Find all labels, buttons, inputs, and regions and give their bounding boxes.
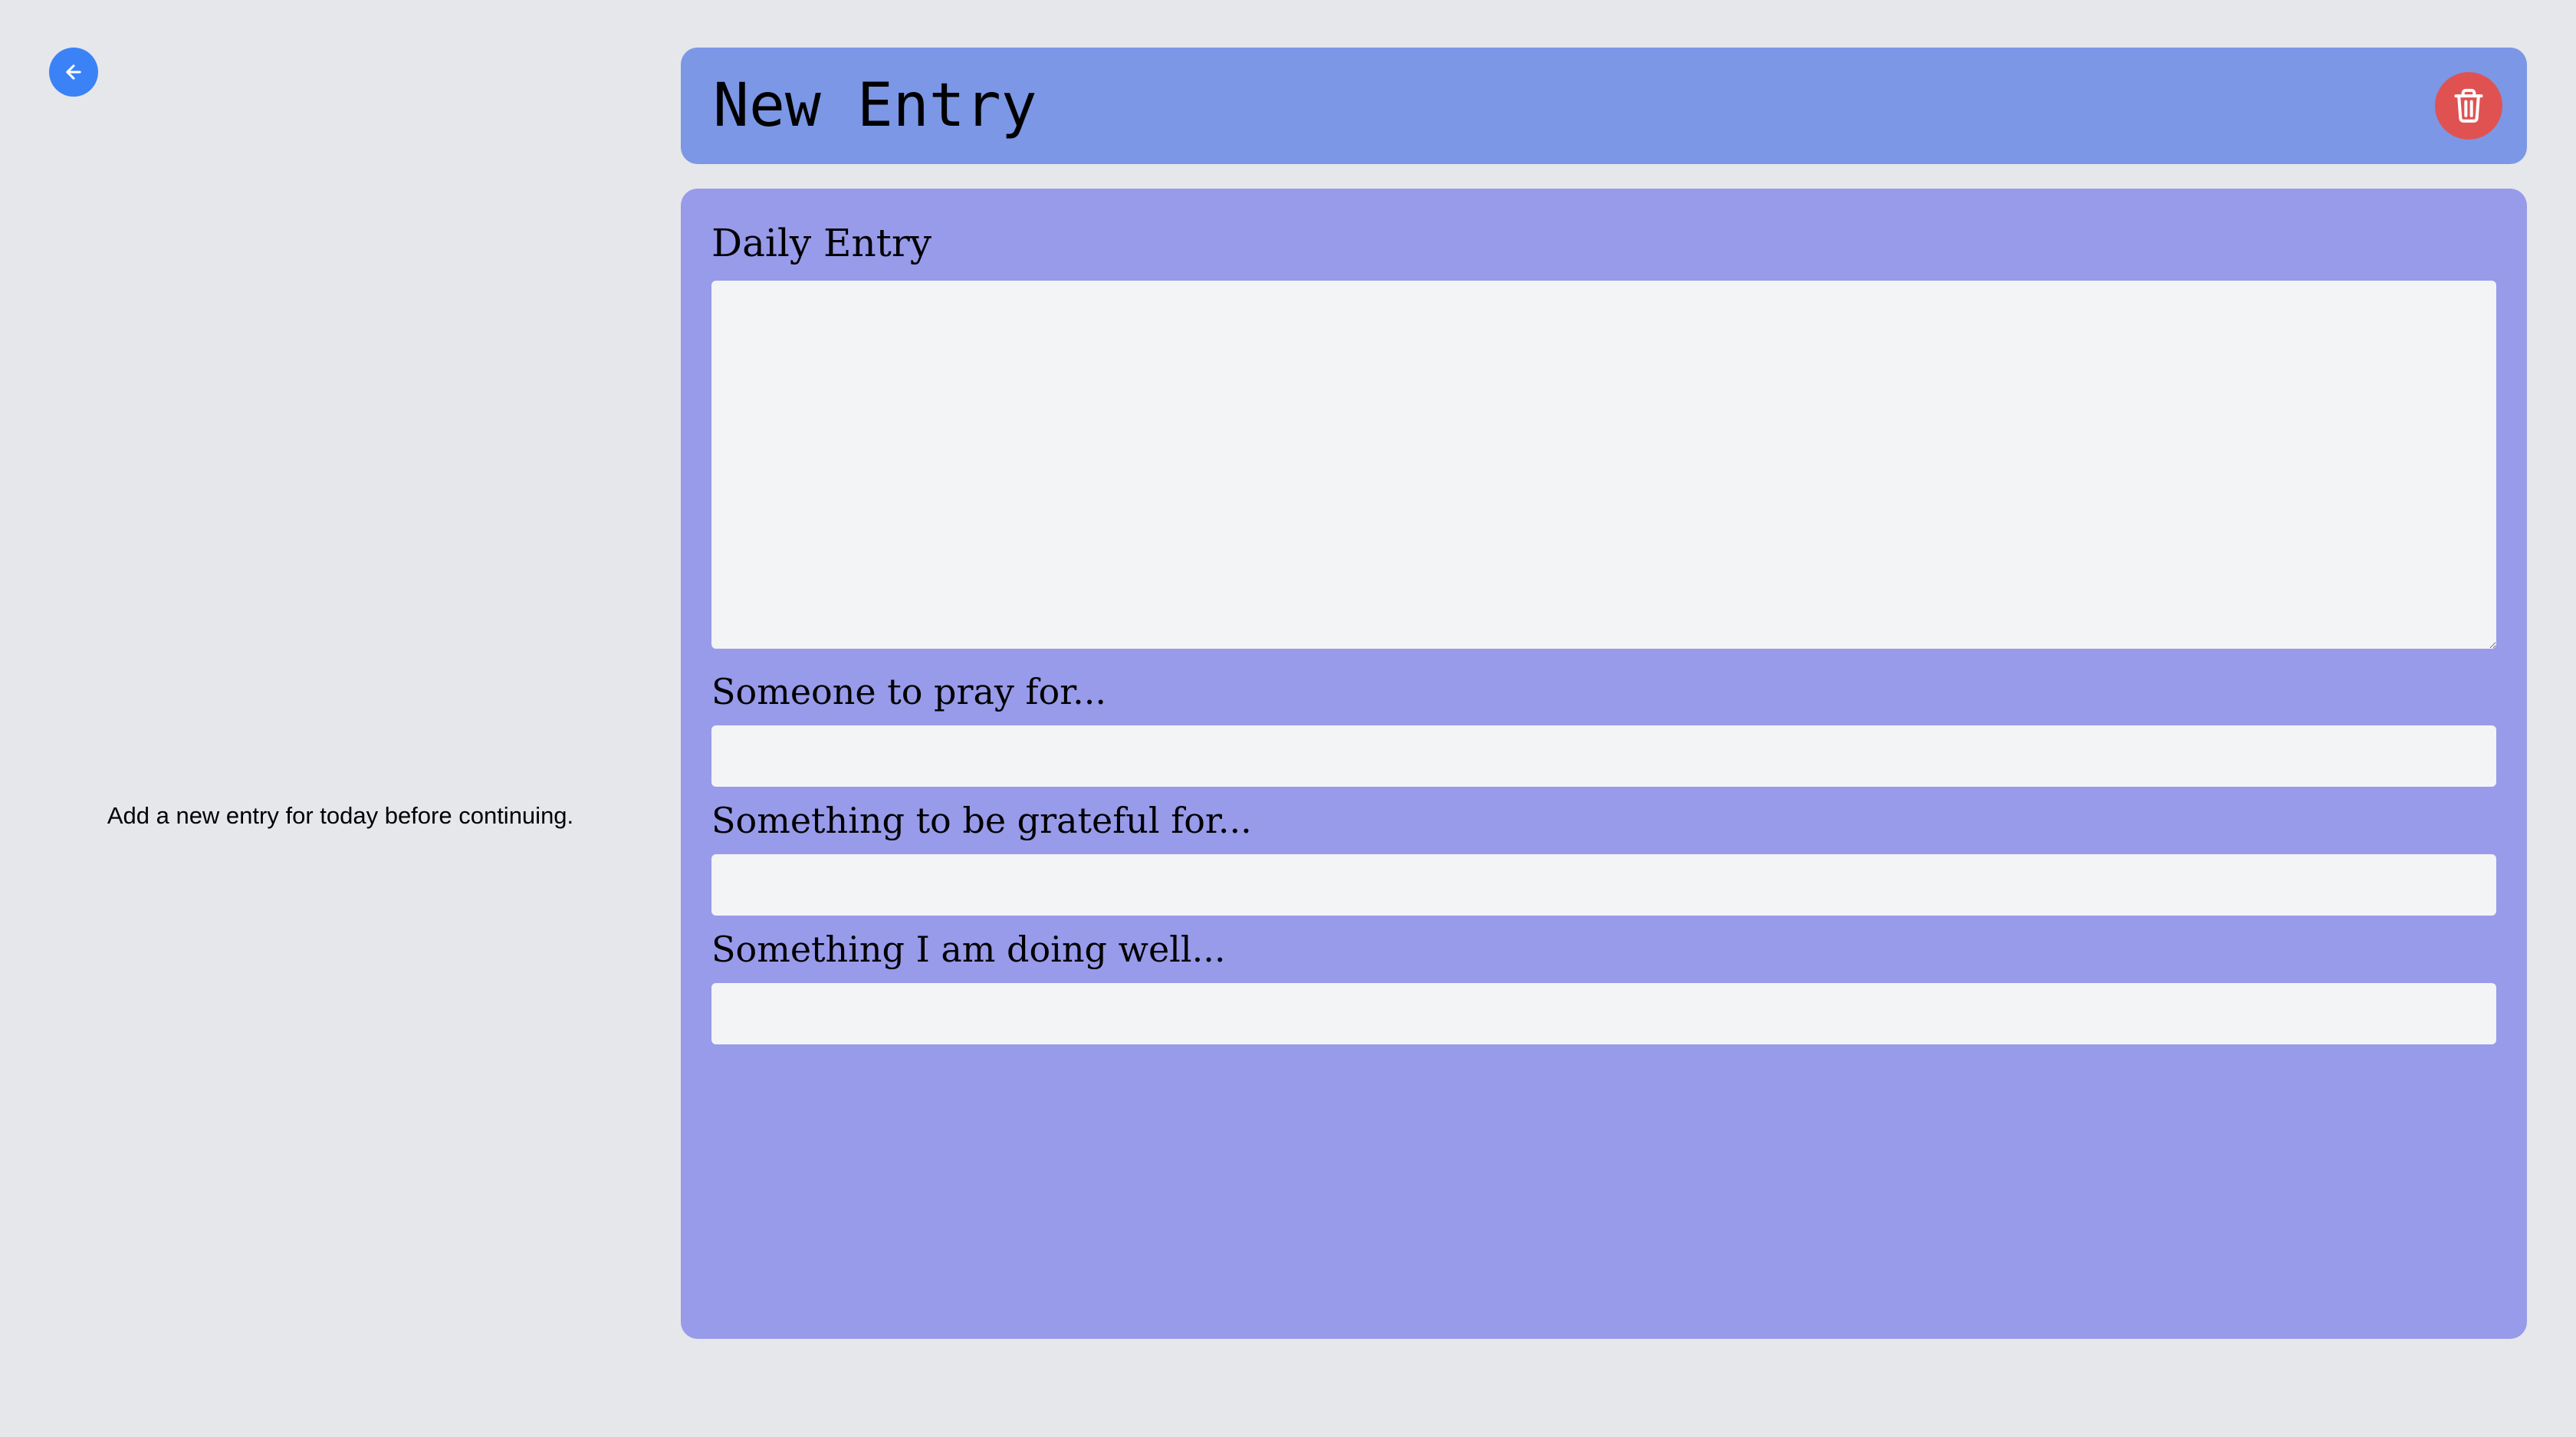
back-button[interactable] [49,48,98,97]
grateful-for-input[interactable] [711,854,2496,916]
doing-well-label: Something I am doing well... [711,929,1226,970]
pray-for-input[interactable] [711,725,2496,787]
header-card: New Entry [681,48,2527,164]
pray-for-label: Someone to pray for... [711,671,1107,712]
doing-well-input[interactable] [711,983,2496,1044]
sidebar-message: Add a new entry for today before continu… [107,802,574,829]
entry-form: Daily Entry Someone to pray for... Somet… [681,189,2527,1339]
trash-icon [2454,88,2483,123]
page-title: New Entry [713,71,1037,140]
daily-entry-textarea[interactable] [711,281,2496,649]
daily-entry-label: Daily Entry [711,221,932,265]
delete-button[interactable] [2435,72,2502,140]
arrow-left-icon [66,64,81,80]
grateful-for-label: Something to be grateful for... [711,800,1252,841]
